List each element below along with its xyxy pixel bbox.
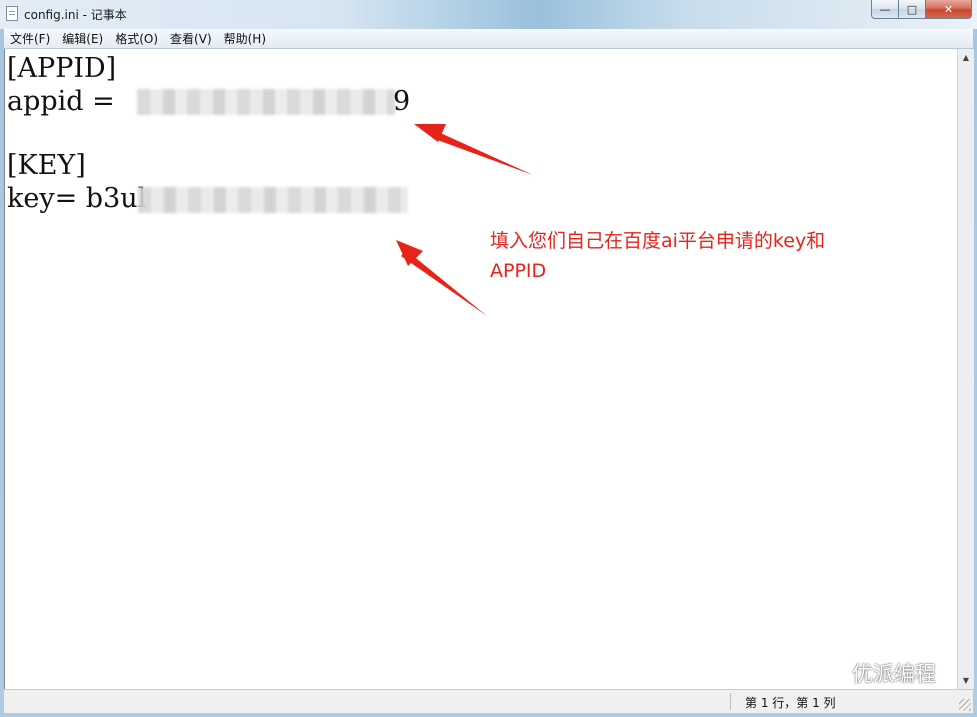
wechat-icon [808,661,844,685]
watermark: 优派编程 [806,658,936,688]
watermark-text: 优派编程 [852,662,936,686]
arrow-to-appid-icon [414,124,533,175]
notepad-window: config.ini - 记事本 — □ ✕ 文件(F) 编辑(E) 格式(O)… [0,0,977,717]
annotation-arrows [396,124,533,316]
arrow-to-key-icon [396,240,487,316]
